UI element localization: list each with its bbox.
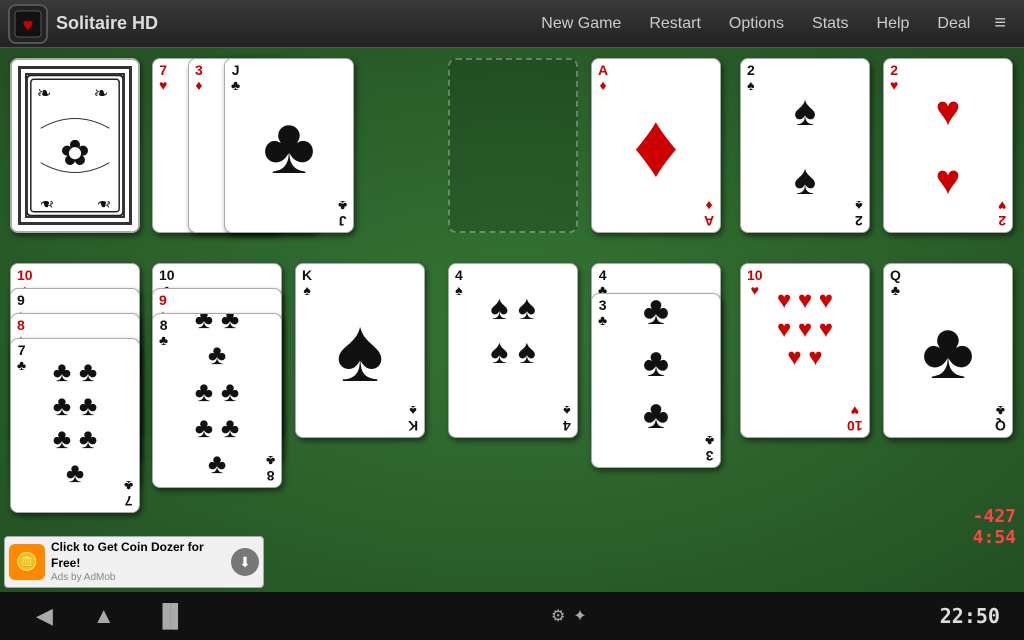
svg-text:❧: ❧ <box>40 194 55 214</box>
tableau-col5-3c[interactable]: 3♣ 3♣ ♣♣♣ <box>591 293 721 468</box>
tableau-col2-8c[interactable]: 8♣ 8♣ ♣ ♣ ♣♣ ♣♣ ♣ ♣ <box>152 313 282 488</box>
help-button[interactable]: Help <box>863 9 924 39</box>
svg-text:✿: ✿ <box>60 134 90 173</box>
new-game-button[interactable]: New Game <box>527 9 635 39</box>
top-bar: ♥ Solitaire HD New Game Restart Options … <box>0 0 1024 48</box>
svg-text:♥: ♥ <box>23 15 34 35</box>
system-bar: ◀ ▲ ▐▌ ⚙ ✦ 22:50 <box>0 592 1024 640</box>
recents-button[interactable]: ▐▌ <box>143 599 198 633</box>
score-value: -427 <box>973 506 1016 527</box>
ad-icon: 🪙 <box>9 544 45 580</box>
stats-button[interactable]: Stats <box>798 9 862 39</box>
system-clock: 22:50 <box>940 604 1000 628</box>
game-area: ❧ ❧ ❧ ❧ ✿ 7♥ 7♥ ♥♥♥♥♥♥♥ 3♦ 3♦ ♦♦♦ <box>0 48 1024 592</box>
svg-text:❧: ❧ <box>94 83 109 103</box>
stock-pile[interactable]: ❧ ❧ ❧ ❧ ✿ <box>10 58 140 233</box>
ad-text: Click to Get Coin Dozer for Free! Ads by… <box>51 540 227 584</box>
deal-button[interactable]: Deal <box>923 9 984 39</box>
app-icon: ♥ <box>8 4 48 44</box>
foundation-empty[interactable] <box>448 58 578 233</box>
restart-button[interactable]: Restart <box>635 9 715 39</box>
svg-text:❧: ❧ <box>37 83 52 103</box>
options-button[interactable]: Options <box>715 9 798 39</box>
bluetooth-icon: ✦ <box>573 606 586 626</box>
tableau-col1-7c[interactable]: 7♣ 7♣ ♣ ♣♣ ♣♣ ♣♣ <box>10 338 140 513</box>
app-title: Solitaire HD <box>56 13 527 34</box>
back-button[interactable]: ◀ <box>24 599 65 633</box>
svg-text:❧: ❧ <box>97 194 112 214</box>
ad-download-button[interactable]: ⬇ <box>231 548 259 576</box>
timer-value: 4:54 <box>973 527 1016 548</box>
score-display: -427 4:54 <box>973 506 1016 548</box>
home-button[interactable]: ▲ <box>81 599 127 633</box>
tableau-col7-qc[interactable]: Q♣ Q♣ ♣ <box>883 263 1013 438</box>
ad-banner[interactable]: 🪙 Click to Get Coin Dozer for Free! Ads … <box>4 536 264 588</box>
foundation-2h[interactable]: 2♥ 2♥ ♥ ♥ <box>883 58 1013 233</box>
menu-icon[interactable]: ≡ <box>984 6 1016 41</box>
settings-icon: ⚙ <box>551 606 565 626</box>
waste-card-jc[interactable]: J♣ J♣ ♣ <box>224 58 354 233</box>
tableau-col4-4s[interactable]: 4♠ 4♠ ♠ ♠♠ ♠ <box>448 263 578 438</box>
foundation-2s[interactable]: 2♠ 2♠ ♠ ♠ <box>740 58 870 233</box>
tableau-col6-10h[interactable]: 10♥ 10♥ ♥ ♥ ♥♥ ♥ ♥♥ ♥ <box>740 263 870 438</box>
system-icons: ⚙ ✦ <box>551 606 587 626</box>
foundation-ad[interactable]: A♦ A♦ ♦ <box>591 58 721 233</box>
tableau-col3-ks[interactable]: K♠ K♠ ♠ <box>295 263 425 438</box>
